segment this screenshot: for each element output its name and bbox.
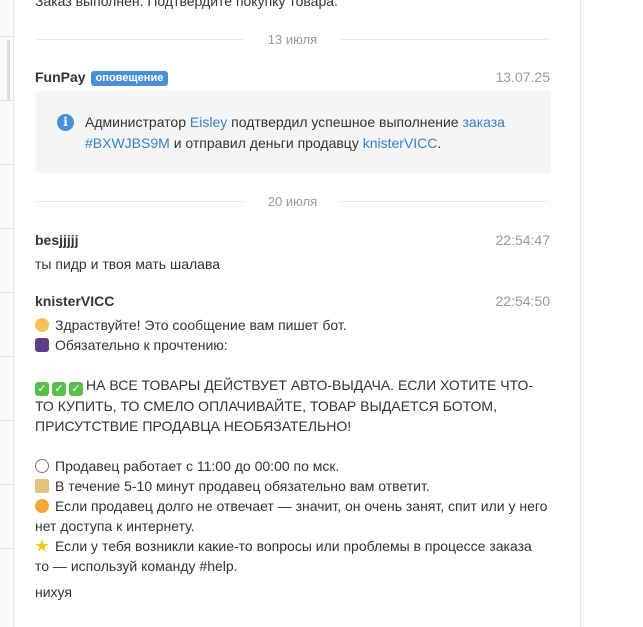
wave-emoji — [35, 318, 49, 332]
side-scrollbar[interactable] — [7, 40, 10, 100]
side-panel-edge — [0, 0, 14, 627]
message-line: ПРИСУТСТВИЕ ПРОДАВЦА НЕОБЯЗАТЕЛЬНО! — [35, 418, 352, 434]
side-divider — [0, 548, 14, 549]
message-line: В течение 5-10 минут продавец обязательн… — [55, 478, 430, 494]
order-link[interactable]: заказа — [462, 114, 504, 130]
message-line: НА ВСЕ ТОВАРЫ ДЕЙСТВУЕТ АВТО-ВЫДАЧА. ЕСЛ… — [86, 377, 534, 393]
order-id-link[interactable]: #BXWJBS9M — [85, 135, 170, 151]
message-author[interactable]: knisterVICC — [35, 293, 114, 309]
side-divider — [0, 228, 14, 229]
message-time: 13.07.25 — [495, 69, 551, 85]
side-divider — [0, 100, 14, 101]
message-author[interactable]: besjjjjj — [35, 232, 79, 248]
message-line: ТО КУПИТЬ, ТО СМЕЛО ОПЛАЧИВАЙТЕ, ТОВАР В… — [35, 398, 497, 414]
message-line: Если продавец долго не отвечает — значит… — [55, 498, 548, 514]
message-header: FunPay оповещение 13.07.25 — [35, 69, 550, 87]
message-text: ты пидр и твоя мать шалава — [35, 256, 221, 272]
hourglass-emoji — [35, 479, 49, 493]
message-text: нихуя — [35, 584, 72, 600]
previous-message: Заказ выполнен. Подтвердите покупку това… — [35, 0, 338, 9]
date-divider: 13 июля — [35, 32, 550, 47]
message-line: Продавец работает с 11:00 до 00:00 по мс… — [55, 458, 340, 474]
message-line: то — используй команду #help. — [35, 558, 238, 574]
side-divider — [0, 356, 14, 357]
clock-emoji — [35, 459, 49, 473]
date-divider: 20 июля — [35, 194, 550, 209]
check-emoji: ✓ — [52, 382, 66, 396]
info-icon: i — [57, 114, 74, 131]
side-divider — [0, 36, 14, 37]
side-divider — [0, 420, 14, 421]
message-time: 22:54:47 — [495, 232, 551, 248]
book-emoji — [35, 338, 49, 352]
system-notice: i Администратор Eisley подтвердил успешн… — [35, 91, 551, 173]
chat-border — [580, 0, 581, 627]
side-divider — [0, 164, 14, 165]
check-emoji: ✓ — [69, 382, 83, 396]
side-divider — [0, 292, 14, 293]
admin-link[interactable]: Eisley — [190, 114, 227, 130]
sweat-emoji — [35, 499, 49, 513]
side-divider — [0, 484, 14, 485]
notification-badge: оповещение — [90, 71, 169, 86]
notice-text: Администратор Eisley подтвердил успешное… — [85, 114, 505, 151]
chat-history[interactable]: Заказ выполнен. Подтвердите покупку това… — [15, 0, 580, 627]
star-emoji — [35, 539, 49, 552]
message-line: Обязательно к прочтению: — [55, 337, 228, 353]
message-time: 22:54:50 — [495, 293, 551, 309]
check-emoji: ✓ — [35, 382, 49, 396]
bot-message: Здраствуйте! Это сообщение вам пишет бот… — [35, 315, 560, 576]
message-header: knisterVICC 22:54:50 — [35, 293, 550, 311]
message-header: besjjjjj 22:54:47 — [35, 232, 550, 250]
message-line: нет доступа к интернету. — [35, 518, 195, 534]
message-line: Если у тебя возникли какие-то вопросы ил… — [55, 538, 532, 554]
message-author[interactable]: FunPay — [35, 69, 86, 85]
message-line: Здраствуйте! Это сообщение вам пишет бот… — [55, 317, 347, 333]
seller-link[interactable]: knisterVICC — [363, 135, 438, 151]
